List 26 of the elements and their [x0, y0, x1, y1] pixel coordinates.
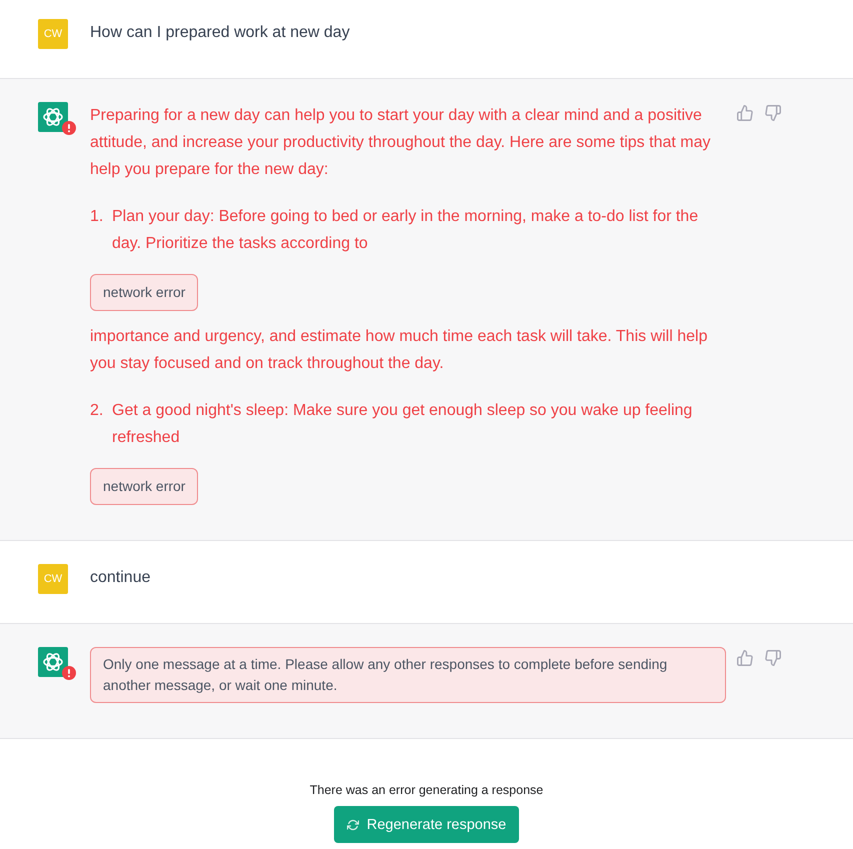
refresh-icon: [346, 818, 359, 830]
thumbs-up-icon: [737, 650, 753, 666]
logo-avatar-icon: [38, 102, 68, 132]
list-number: 2.: [90, 401, 104, 421]
dislike-button[interactable]: [765, 105, 781, 121]
thumbs-down-icon: [765, 650, 781, 666]
regenerate-button[interactable]: Regenerate response: [334, 806, 520, 843]
list-number: 1.: [90, 207, 104, 227]
user-message-text: How can I prepared work at new day: [90, 23, 351, 43]
list-item-text: Get a good night's sleep: Make sure you get enough sleep so you wake up feeling refreshed: [112, 401, 694, 448]
error-notice: network error: [90, 274, 198, 311]
list-item-text: Plan your day: Before going to bed or early in the morning, make a to-do list for the day. Prioritize the tasks according to: [112, 207, 700, 254]
dislike-button[interactable]: [765, 650, 781, 666]
like-button[interactable]: [737, 650, 753, 666]
thumbs-up-icon: [737, 105, 753, 121]
error-notice: network error: [90, 468, 198, 505]
response-paragraph: importance and urgency, and estimate how much time each task will take. This will help you stay focused and on track throughout the day.: [90, 327, 708, 374]
logo-avatar-icon: [38, 647, 68, 677]
user-avatar: CW: [38, 19, 68, 49]
error-status-text: There was an error generating a response: [310, 782, 544, 799]
like-button[interactable]: [737, 105, 753, 121]
thumbs-down-icon: [765, 105, 781, 121]
response-paragraph: Preparing for a new day can help you to start your day with a clear mind and a positive attitude, and increase your productivity throughout the day. Here are some tips that may help you prepare for the new day:: [90, 106, 712, 180]
user-message-text: continue: [90, 568, 152, 588]
error-message: Only one message at a time. Please allow any other responses to complete before sending another message, or wait one minute.: [90, 647, 726, 703]
user-avatar: CW: [38, 564, 68, 594]
